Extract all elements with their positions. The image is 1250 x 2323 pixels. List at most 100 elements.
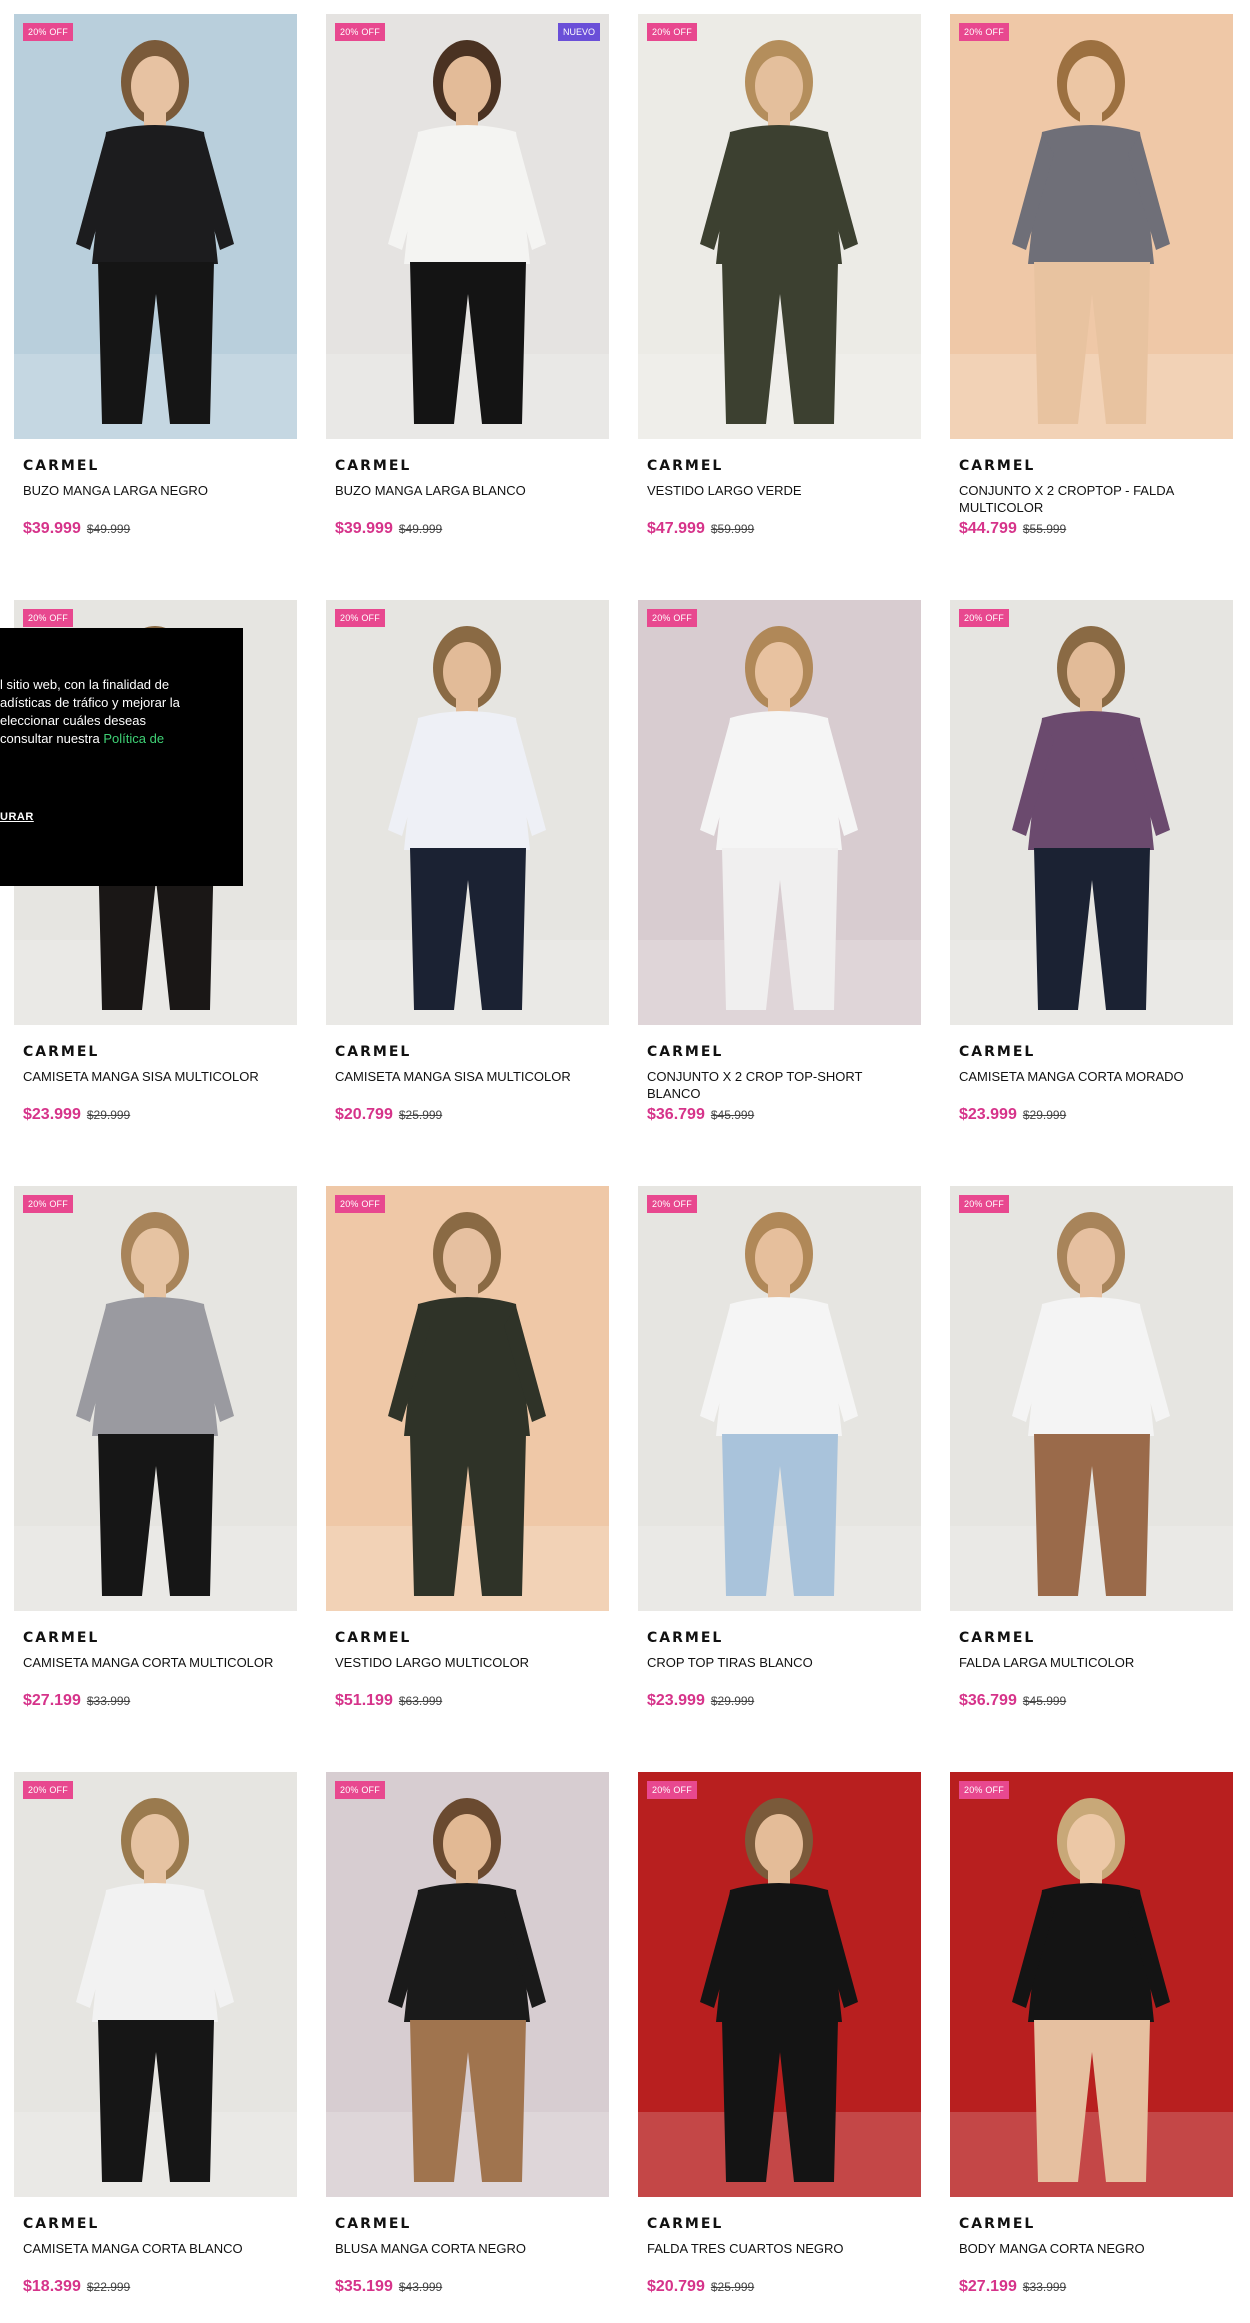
sale-price: $39.999 — [23, 520, 81, 537]
product-image[interactable]: 20% OFF — [950, 600, 1233, 1025]
product-name[interactable]: BUZO MANGA LARGA BLANCO — [335, 482, 600, 518]
discount-badge: 20% OFF — [23, 23, 73, 41]
configure-cookies-button[interactable]: URAR — [0, 808, 34, 826]
sale-price: $27.199 — [23, 1692, 81, 1709]
privacy-policy-link[interactable]: Política de — [103, 731, 164, 746]
product-prices: $27.199 $33.999 — [959, 2278, 1233, 2296]
discount-badge: 20% OFF — [23, 1781, 73, 1799]
sale-price: $18.399 — [23, 2278, 81, 2295]
product-brand: CARMEL — [23, 458, 100, 474]
sale-price: $44.799 — [959, 520, 1017, 537]
product-image[interactable]: 20% OFF — [638, 1186, 921, 1611]
product-image[interactable]: 20% OFF — [950, 1772, 1233, 2197]
product-brand: CARMEL — [959, 1630, 1036, 1646]
original-price: $63.999 — [398, 1694, 443, 1708]
product-image[interactable]: 20% OFF — [326, 600, 609, 1025]
product-name[interactable]: BODY MANGA CORTA NEGRO — [959, 2240, 1224, 2276]
sale-price: $36.799 — [647, 1106, 705, 1123]
product-prices: $36.799 $45.999 — [959, 1692, 1233, 1710]
product-name[interactable]: CAMISETA MANGA CORTA MULTICOLOR — [23, 1654, 288, 1690]
product-name[interactable]: FALDA LARGA MULTICOLOR — [959, 1654, 1224, 1690]
product-prices: $23.999 $29.999 — [647, 1692, 921, 1710]
product-prices: $51.199 $63.999 — [335, 1692, 609, 1710]
product-prices: $36.799 $45.999 — [647, 1106, 921, 1124]
original-price: $59.999 — [710, 522, 755, 536]
original-price: $45.999 — [1022, 1694, 1067, 1708]
discount-badge: 20% OFF — [647, 1781, 697, 1799]
original-price: $33.999 — [1022, 2280, 1067, 2294]
sale-price: $39.999 — [335, 520, 393, 537]
original-price: $33.999 — [86, 1694, 131, 1708]
product-image[interactable]: 20% OFF — [14, 14, 297, 439]
original-price: $25.999 — [710, 2280, 755, 2294]
discount-badge: 20% OFF — [959, 609, 1009, 627]
product-image[interactable]: 20% OFF — [950, 14, 1233, 439]
product-card[interactable]: 20% OFF CARMEL FALDA TRES CUARTOS NEGRO $20… — [638, 1772, 921, 2323]
product-name[interactable]: VESTIDO LARGO VERDE — [647, 482, 912, 518]
discount-badge: 20% OFF — [647, 23, 697, 41]
product-card[interactable]: 20% OFF CARMEL CROP TOP TIRAS BLANCO $23.99… — [638, 1186, 921, 1772]
product-name[interactable]: CAMISETA MANGA CORTA BLANCO — [23, 2240, 288, 2276]
product-prices: $39.999 $49.999 — [23, 520, 297, 538]
product-card[interactable]: 20% OFF CARMEL CONJUNTO X 2 CROPTOP - FALD… — [950, 14, 1233, 600]
product-image[interactable]: 20% OFF — [638, 600, 921, 1025]
product-card[interactable]: 20% OFF CARMEL CAMISETA MANGA SISA MULTICO… — [326, 600, 609, 1186]
cookie-text: l sitio web, con la finalidad de adístic… — [0, 677, 180, 746]
product-name[interactable]: BUZO MANGA LARGA NEGRO — [23, 482, 288, 518]
discount-badge: 20% OFF — [335, 609, 385, 627]
product-prices: $35.199 $43.999 — [335, 2278, 609, 2296]
product-image[interactable]: 20% OFF — [950, 1186, 1233, 1611]
product-brand: CARMEL — [647, 2216, 724, 2232]
product-name[interactable]: CROP TOP TIRAS BLANCO — [647, 1654, 912, 1690]
sale-price: $35.199 — [335, 2278, 393, 2295]
product-name[interactable]: BLUSA MANGA CORTA NEGRO — [335, 2240, 600, 2276]
product-image[interactable]: 20% OFF — [638, 1772, 921, 2197]
product-brand: CARMEL — [647, 1044, 724, 1060]
product-prices: $27.199 $33.999 — [23, 1692, 297, 1710]
product-image[interactable]: 20% OFF — [326, 1186, 609, 1611]
product-name[interactable]: FALDA TRES CUARTOS NEGRO — [647, 2240, 912, 2276]
product-grid: 20% OFF CARMEL BUZO MANGA LARGA NEGRO $39.9… — [14, 14, 1233, 2323]
product-image[interactable]: 20% OFF NUEVO — [326, 14, 609, 439]
product-name[interactable]: CONJUNTO X 2 CROPTOP - FALDA MULTICOLOR — [959, 482, 1224, 518]
product-image[interactable]: 20% OFF — [326, 1772, 609, 2197]
product-card[interactable]: 20% OFF CARMEL VESTIDO LARGO MULTICOLOR $51… — [326, 1186, 609, 1772]
sale-price: $20.799 — [647, 2278, 705, 2295]
product-card[interactable]: 20% OFF CARMEL BUZO MANGA LARGA NEGRO $39.9… — [14, 14, 297, 600]
product-card[interactable]: 20% OFF CARMEL VESTIDO LARGO VERDE $47.999 $… — [638, 14, 921, 600]
discount-badge: 20% OFF — [647, 1195, 697, 1213]
original-price: $25.999 — [398, 1108, 443, 1122]
original-price: $55.999 — [1022, 522, 1067, 536]
discount-badge: 20% OFF — [647, 609, 697, 627]
discount-badge: 20% OFF — [23, 609, 73, 627]
product-name[interactable]: CAMISETA MANGA SISA MULTICOLOR — [335, 1068, 600, 1104]
product-image[interactable]: 20% OFF — [14, 1772, 297, 2197]
product-card[interactable]: 20% OFF CARMEL FALDA LARGA MULTICOLOR $36.7… — [950, 1186, 1233, 1772]
product-card[interactable]: 20% OFF CARMEL BLUSA MANGA CORTA NEGRO $35.… — [326, 1772, 609, 2323]
product-prices: $44.799 $55.999 — [959, 520, 1233, 538]
product-name[interactable]: VESTIDO LARGO MULTICOLOR — [335, 1654, 600, 1690]
discount-badge: 20% OFF — [335, 23, 385, 41]
product-brand: CARMEL — [335, 1630, 412, 1646]
product-card[interactable]: 20% OFF CARMEL CAMISETA MANGA CORTA BLANCO… — [14, 1772, 297, 2323]
discount-badge: 20% OFF — [335, 1781, 385, 1799]
sale-price: $36.799 — [959, 1692, 1017, 1709]
sale-price: $23.999 — [23, 1106, 81, 1123]
product-image[interactable]: 20% OFF — [14, 1186, 297, 1611]
product-name[interactable]: CAMISETA MANGA CORTA MORADO — [959, 1068, 1224, 1104]
original-price: $29.999 — [1022, 1108, 1067, 1122]
product-card[interactable]: 20% OFF NUEVO CARMEL BUZO MANGA LARGA BLANC… — [326, 14, 609, 600]
product-card[interactable]: 20% OFF CARMEL CAMISETA MANGA CORTA MULTIC… — [14, 1186, 297, 1772]
product-prices: $20.799 $25.999 — [335, 1106, 609, 1124]
product-name[interactable]: CAMISETA MANGA SISA MULTICOLOR — [23, 1068, 288, 1104]
product-card[interactable]: 20% OFF CARMEL CAMISETA MANGA CORTA MORADO… — [950, 600, 1233, 1186]
product-card[interactable]: 20% OFF CARMEL BODY MANGA CORTA NEGRO $27.1… — [950, 1772, 1233, 2323]
original-price: $22.999 — [86, 2280, 131, 2294]
product-brand: CARMEL — [23, 2216, 100, 2232]
original-price: $45.999 — [710, 1108, 755, 1122]
new-badge: NUEVO — [557, 23, 600, 41]
product-card[interactable]: 20% OFF CARMEL CONJUNTO X 2 CROP TOP-SHORT… — [638, 600, 921, 1186]
product-name[interactable]: CONJUNTO X 2 CROP TOP-SHORT BLANCO — [647, 1068, 912, 1104]
product-image[interactable]: 20% OFF — [638, 14, 921, 439]
discount-badge: 20% OFF — [23, 1195, 73, 1213]
